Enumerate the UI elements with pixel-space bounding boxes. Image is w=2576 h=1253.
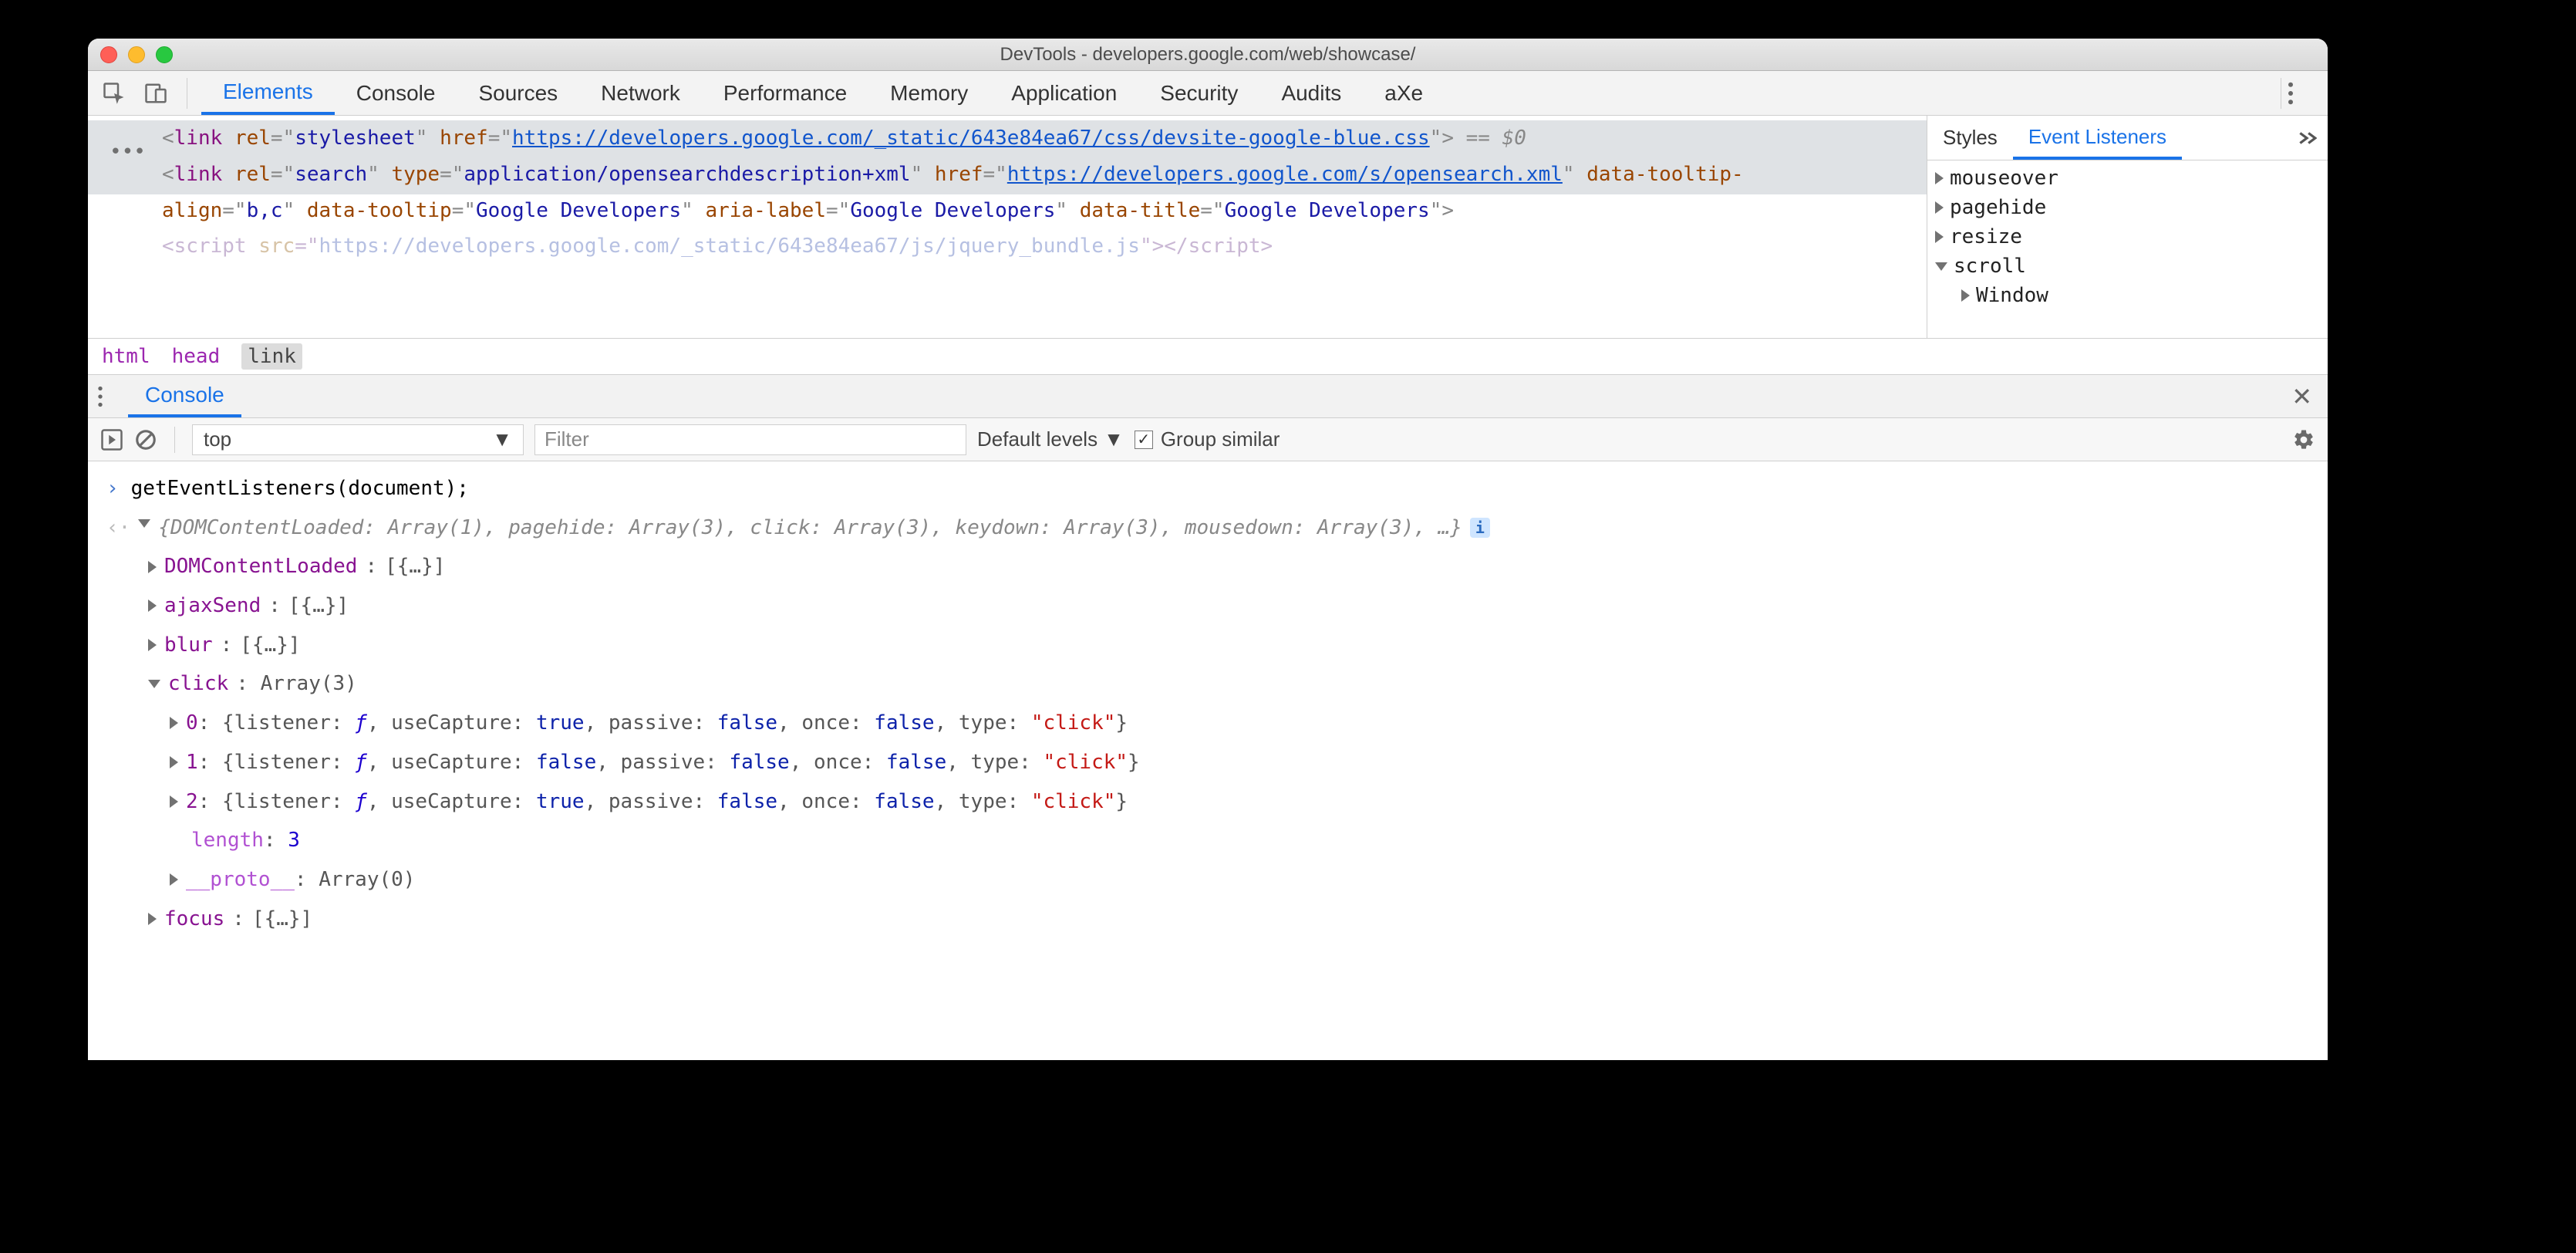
event-item[interactable]: resize xyxy=(1935,222,2320,252)
inspect-element-icon[interactable] xyxy=(97,76,131,110)
disclosure-right-icon xyxy=(148,561,157,573)
tab-memory[interactable]: Memory xyxy=(868,72,990,115)
dom-node-selected[interactable]: <link rel="stylesheet" href="https://dev… xyxy=(162,120,1927,157)
device-toolbar-icon[interactable] xyxy=(139,76,173,110)
group-similar-toggle[interactable]: ✓ Group similar xyxy=(1135,427,1280,451)
breadcrumb-item[interactable]: head xyxy=(172,345,221,368)
drawer-more-icon[interactable] xyxy=(97,386,128,407)
tree-row[interactable]: DOMContentLoaded: [{…}] xyxy=(148,547,2328,586)
separator xyxy=(174,427,175,453)
filter-input[interactable]: Filter xyxy=(534,424,966,455)
tab-elements[interactable]: Elements xyxy=(201,72,335,115)
sidebar-tab-event-listeners[interactable]: Event Listeners xyxy=(2013,117,2182,160)
object-tree: DOMContentLoaded: [{…}] ajaxSend: [{…}] … xyxy=(106,547,2328,938)
event-item[interactable]: mouseover xyxy=(1935,164,2320,193)
tree-row[interactable]: blur: [{…}] xyxy=(148,626,2328,665)
disclosure-right-icon xyxy=(1935,172,1944,184)
tree-row[interactable]: 2: {listener: ƒ, useCapture: true, passi… xyxy=(148,782,2328,822)
disclosure-right-icon xyxy=(170,795,178,808)
tree-row[interactable]: ajaxSend: [{…}] xyxy=(148,586,2328,626)
window-zoom-button[interactable] xyxy=(156,46,173,63)
dom-node-truncated[interactable]: <script src="https://developers.google.c… xyxy=(162,228,1927,265)
tree-row[interactable]: 1: {listener: ƒ, useCapture: false, pass… xyxy=(148,743,2328,782)
disclosure-right-icon xyxy=(1935,231,1944,243)
disclosure-right-icon xyxy=(1935,201,1944,214)
disclosure-right-icon xyxy=(1961,289,1970,302)
elements-panel: ••• <link rel="stylesheet" href="https:/… xyxy=(88,116,2328,338)
log-levels-selector[interactable]: Default levels ▼ xyxy=(977,427,1124,451)
disclosure-right-icon xyxy=(148,913,157,925)
main-toolbar: Elements Console Sources Network Perform… xyxy=(88,71,2328,116)
tab-sources[interactable]: Sources xyxy=(457,72,579,115)
tree-row[interactable]: __proto__: Array(0) xyxy=(148,860,2328,900)
clear-console-icon[interactable] xyxy=(134,428,157,451)
tab-network[interactable]: Network xyxy=(579,72,702,115)
window-close-button[interactable] xyxy=(100,46,117,63)
sidebar-tabs: Styles Event Listeners xyxy=(1927,116,2328,160)
expand-ellipsis-icon[interactable]: ••• xyxy=(110,134,146,171)
href-link[interactable]: https://developers.google.com/_static/64… xyxy=(512,127,1430,150)
console-command: getEventListeners(document); xyxy=(131,469,469,508)
devtools-window: DevTools - developers.google.com/web/sho… xyxy=(88,39,2328,1060)
tab-application[interactable]: Application xyxy=(990,72,1138,115)
traffic-lights xyxy=(100,46,173,63)
window-minimize-button[interactable] xyxy=(128,46,145,63)
disclosure-down-icon xyxy=(1935,262,1947,271)
execute-icon[interactable] xyxy=(100,428,123,451)
sidebar-tab-styles[interactable]: Styles xyxy=(1927,117,2013,160)
tree-row[interactable]: length: 3 xyxy=(148,821,2328,860)
dropdown-icon: ▼ xyxy=(1104,427,1124,451)
sidebar-more-icon[interactable] xyxy=(2286,131,2328,145)
checkbox-icon: ✓ xyxy=(1135,431,1153,449)
titlebar: DevTools - developers.google.com/web/sho… xyxy=(88,39,2328,71)
event-target[interactable]: Window xyxy=(1935,281,2320,310)
more-menu-icon[interactable] xyxy=(2288,82,2318,105)
drawer-tab-console[interactable]: Console xyxy=(128,376,241,417)
info-icon[interactable]: i xyxy=(1470,518,1490,538)
drawer-close-icon[interactable]: ✕ xyxy=(2285,382,2318,411)
disclosure-right-icon xyxy=(170,756,178,768)
dropdown-icon: ▼ xyxy=(492,427,512,451)
tree-row[interactable]: focus: [{…}] xyxy=(148,900,2328,939)
context-value: top xyxy=(204,427,231,451)
context-selector[interactable]: top ▼ xyxy=(192,424,524,455)
dom-tree[interactable]: ••• <link rel="stylesheet" href="https:/… xyxy=(88,116,1927,338)
panel-tabs: Elements Console Sources Network Perform… xyxy=(201,72,1445,115)
event-item-expanded[interactable]: scroll xyxy=(1935,252,2320,281)
tab-console[interactable]: Console xyxy=(335,72,457,115)
tree-row[interactable]: 0: {listener: ƒ, useCapture: true, passi… xyxy=(148,704,2328,743)
result-icon: ‹· xyxy=(106,508,130,548)
window-title: DevTools - developers.google.com/web/sho… xyxy=(88,44,2328,66)
event-item[interactable]: pagehide xyxy=(1935,193,2320,222)
breadcrumb-item-selected[interactable]: link xyxy=(241,343,302,370)
href-link[interactable]: https://developers.google.com/s/opensear… xyxy=(1007,163,1563,186)
event-listeners-list: mouseover pagehide resize scroll Window xyxy=(1927,160,2328,313)
disclosure-right-icon xyxy=(170,717,178,729)
console-result-line[interactable]: ‹· {DOMContentLoaded: Array(1), pagehide… xyxy=(106,508,2328,548)
disclosure-right-icon xyxy=(170,873,178,886)
filter-placeholder: Filter xyxy=(545,427,589,451)
tab-performance[interactable]: Performance xyxy=(702,72,868,115)
result-summary: {DOMContentLoaded: Array(1), pagehide: A… xyxy=(158,508,1490,548)
tab-axe[interactable]: aXe xyxy=(1363,72,1445,115)
tab-security[interactable]: Security xyxy=(1138,72,1259,115)
disclosure-down-icon xyxy=(138,519,150,528)
disclosure-right-icon xyxy=(148,599,157,612)
disclosure-right-icon xyxy=(148,639,157,651)
dom-node[interactable]: <link rel="search" type="application/ope… xyxy=(162,157,1758,229)
prompt-icon: › xyxy=(106,469,119,508)
elements-breadcrumbs: html head link xyxy=(88,338,2328,375)
console-input-line[interactable]: › getEventListeners(document); xyxy=(106,469,2328,508)
disclosure-down-icon xyxy=(148,680,160,688)
breadcrumb-item[interactable]: html xyxy=(102,345,150,368)
drawer-tabs: Console ✕ xyxy=(88,375,2328,418)
styles-sidebar: Styles Event Listeners mouseover pagehid… xyxy=(1927,116,2328,338)
console-settings-icon[interactable] xyxy=(2292,428,2315,451)
console-output: › getEventListeners(document); ‹· {DOMCo… xyxy=(88,461,2328,946)
console-toolbar: top ▼ Filter Default levels ▼ ✓ Group si… xyxy=(88,418,2328,461)
tree-row-expanded[interactable]: click: Array(3) xyxy=(148,664,2328,704)
tab-audits[interactable]: Audits xyxy=(1259,72,1363,115)
